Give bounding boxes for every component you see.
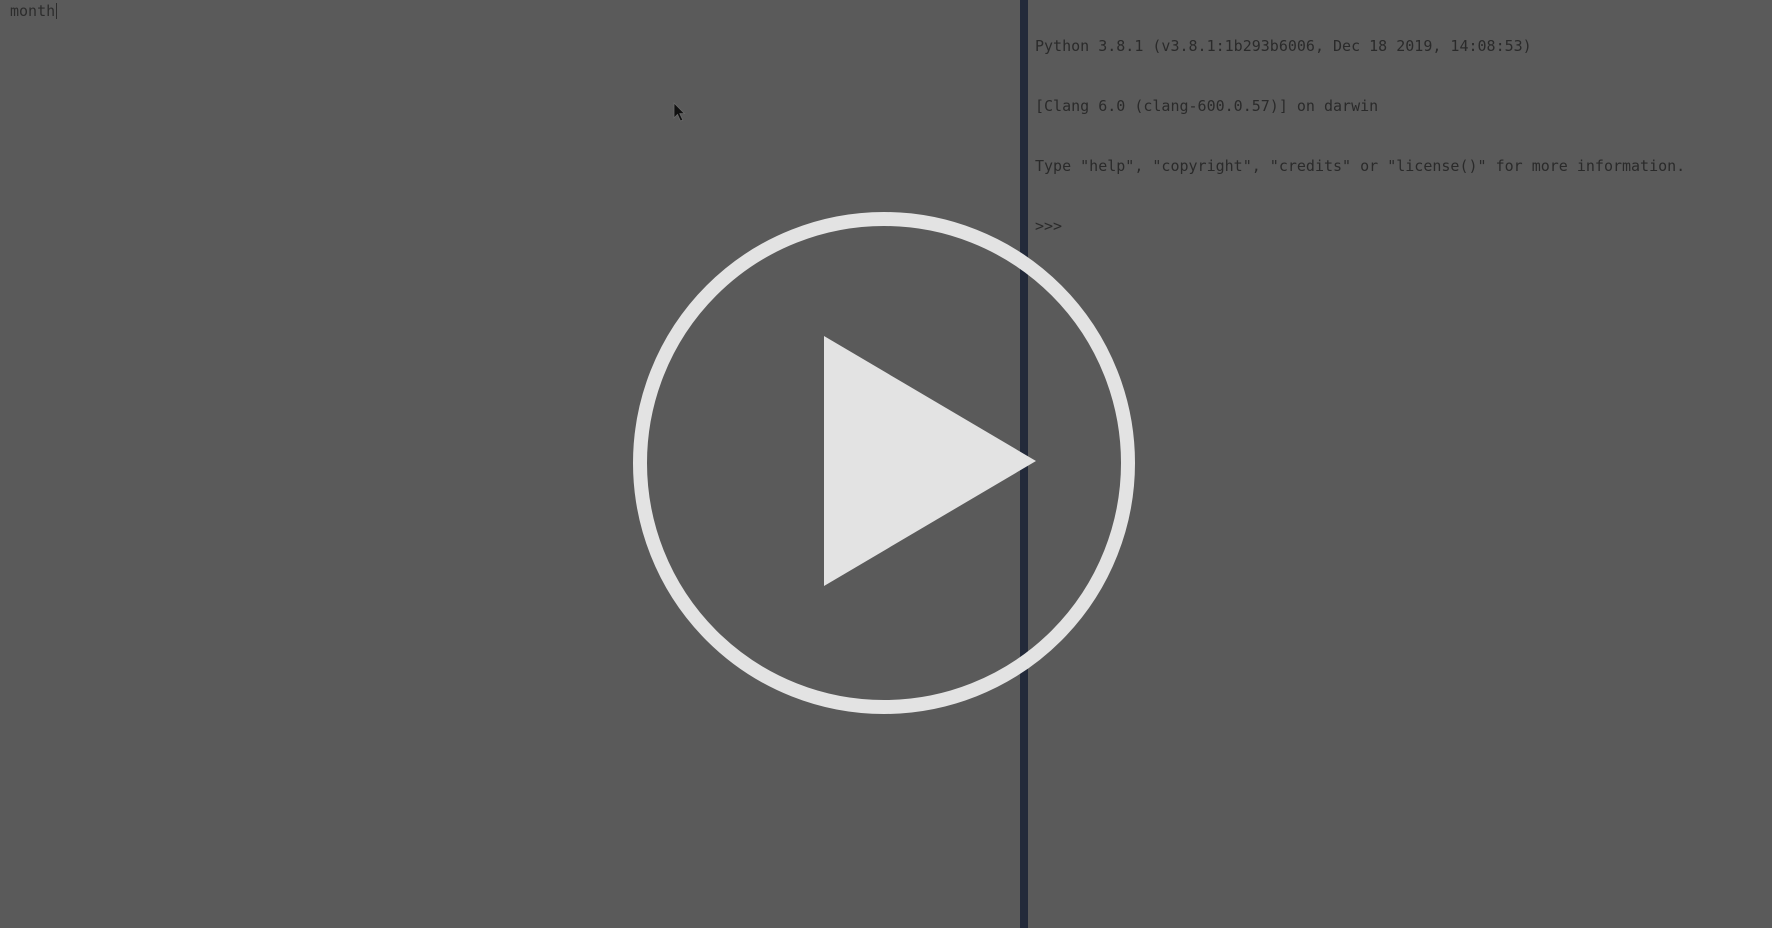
- editor-text-area[interactable]: month: [10, 2, 58, 20]
- shell-line-help: Type "help", "copyright", "credits" or "…: [1035, 157, 1686, 175]
- mouse-pointer-icon: [673, 102, 686, 122]
- python-shell-pane[interactable]: Python 3.8.1 (v3.8.1:1b293b6006, Dec 18 …: [1028, 0, 1772, 928]
- play-button-icon[interactable]: [632, 211, 1136, 715]
- editor-text: month: [10, 2, 56, 20]
- text-caret: [56, 3, 58, 19]
- video-thumbnail[interactable]: month Python 3.8.1 (v3.8.1:1b293b6006, D…: [0, 0, 1772, 928]
- shell-line-compiler: [Clang 6.0 (clang-600.0.57)] on darwin: [1035, 97, 1379, 115]
- shell-line-version: Python 3.8.1 (v3.8.1:1b293b6006, Dec 18 …: [1035, 37, 1532, 55]
